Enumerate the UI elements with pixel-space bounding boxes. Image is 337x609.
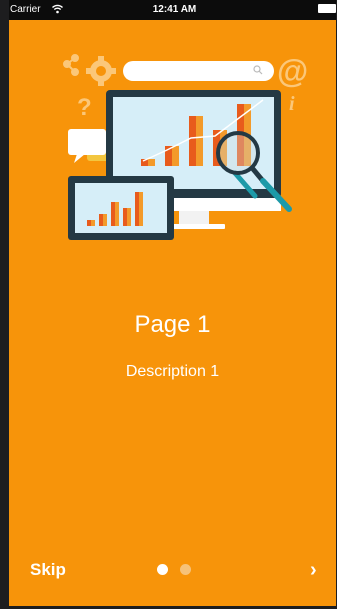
page-dot-2[interactable] [180, 564, 191, 575]
info-icon: i [289, 93, 295, 115]
analytics-illustration: ? @ i [63, 53, 308, 240]
device-frame: Carrier 12:41 AM ? @ i Page 1 Descriptio… [0, 0, 337, 609]
skip-button[interactable]: Skip [30, 559, 66, 581]
tablet-graphic [68, 176, 174, 240]
page-dot-1-active[interactable] [157, 564, 168, 575]
at-sign-icon: @ [277, 53, 308, 89]
search-bar-graphic [123, 61, 274, 81]
status-time: 12:41 AM [152, 4, 197, 15]
page-title: Page 1 [134, 311, 211, 338]
gear-icon [86, 56, 116, 86]
page-description: Description 1 [125, 363, 220, 380]
battery-icon [318, 4, 336, 13]
question-icon: ? [77, 94, 92, 121]
next-chevron-button[interactable]: › [310, 558, 317, 582]
onboarding-screen: Carrier 12:41 AM ? @ i Page 1 Descriptio… [9, 0, 336, 606]
status-bar: Carrier 12:41 AM [9, 0, 336, 20]
page-indicator[interactable] [157, 564, 191, 576]
share-icon [63, 54, 79, 76]
